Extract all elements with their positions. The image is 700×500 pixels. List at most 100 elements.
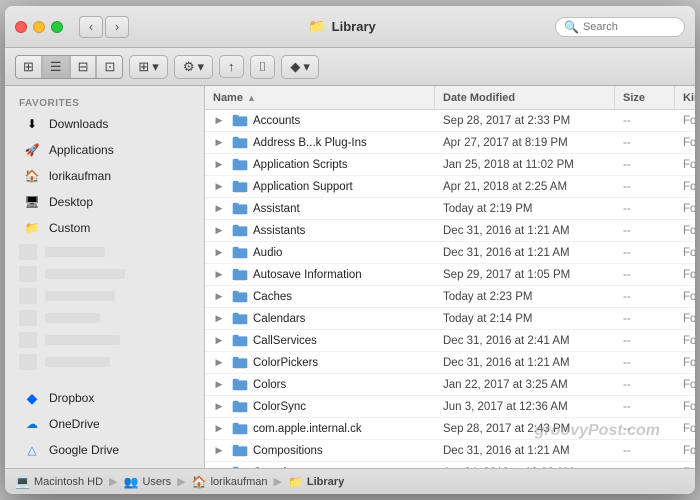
search-box[interactable]: 🔍	[555, 17, 685, 37]
table-row[interactable]: ▶ Address B...k Plug-Ins Apr 27, 2017 at…	[205, 132, 695, 154]
folder-icon	[232, 180, 248, 193]
table-row[interactable]: ▶ Assistant Today at 2:19 PM -- Folde	[205, 198, 695, 220]
row-expander[interactable]: ▶	[213, 137, 225, 149]
sidebar-item-onedrive[interactable]: ☁ OneDrive	[9, 411, 200, 437]
sidebar-item-custom[interactable]: 📁 Custom	[9, 215, 200, 241]
row-expander[interactable]: ▶	[213, 159, 225, 171]
back-button[interactable]: ‹	[79, 16, 103, 38]
breadcrumb-lorikaufman[interactable]: 🏠 lorikaufman	[192, 475, 268, 489]
table-row[interactable]: ▶ Colors Jan 22, 2017 at 3:25 AM -- Fold…	[205, 374, 695, 396]
finder-window: ‹ › 📁 Library 🔍 ⊞ ☰ ⊟ ⊡ ⊞ ▾ ⚙ ▾	[5, 6, 695, 494]
file-date-cell: Dec 31, 2016 at 1:21 AM	[435, 352, 615, 373]
date-column-header[interactable]: Date Modified	[435, 86, 615, 109]
action-button[interactable]: ⚙ ▾	[174, 55, 213, 79]
breadcrumb-label-lorikaufman: lorikaufman	[211, 476, 268, 488]
sidebar-item-lorikaufman[interactable]: 🏠 lorikaufman	[9, 163, 200, 189]
file-name-cell: ▶ Colors	[205, 374, 435, 395]
share-button[interactable]: ↑	[219, 55, 244, 78]
row-expander[interactable]: ▶	[213, 357, 225, 369]
breadcrumb-library[interactable]: 📁 Library	[288, 475, 344, 489]
table-row[interactable]: ▶ Application Support Apr 21, 2018 at 2:…	[205, 176, 695, 198]
file-list: ▶ Accounts Sep 28, 2017 at 2:33 PM -- Fo…	[205, 110, 695, 468]
size-column-header[interactable]: Size	[615, 86, 675, 109]
breadcrumb-macintoshhd[interactable]: 💻 Macintosh HD	[15, 475, 103, 489]
file-kind-cell: Folde	[675, 286, 695, 307]
minimize-button[interactable]	[33, 21, 45, 33]
table-row[interactable]: ▶ ColorSync Jun 3, 2017 at 12:36 AM -- F…	[205, 396, 695, 418]
row-expander[interactable]: ▶	[213, 291, 225, 303]
file-date-cell: Jan 25, 2018 at 11:02 PM	[435, 154, 615, 175]
file-size-cell: --	[615, 264, 675, 285]
name-column-header[interactable]: Name ▲	[205, 86, 435, 109]
row-expander[interactable]: ▶	[213, 445, 225, 457]
sidebar-item-applications[interactable]: 🚀 Applications	[9, 137, 200, 163]
table-row[interactable]: ▶ Caches Today at 2:23 PM -- Folde	[205, 286, 695, 308]
search-input[interactable]	[583, 21, 678, 33]
gear-icon: ⚙	[183, 59, 195, 75]
file-size-cell: --	[615, 176, 675, 197]
maximize-button[interactable]	[51, 21, 63, 33]
table-row[interactable]: ▶ ColorPickers Dec 31, 2016 at 1:21 AM -…	[205, 352, 695, 374]
cover-flow-button[interactable]: ⊡	[96, 56, 122, 78]
table-row[interactable]: ▶ Autosave Information Sep 29, 2017 at 1…	[205, 264, 695, 286]
list-view-button[interactable]: ☰	[42, 56, 69, 78]
table-row[interactable]: ▶ com.apple.internal.ck Sep 28, 2017 at …	[205, 418, 695, 440]
close-button[interactable]	[15, 21, 27, 33]
file-size-cell: --	[615, 286, 675, 307]
file-date-cell: Dec 31, 2016 at 1:21 AM	[435, 242, 615, 263]
file-date-cell: Jun 3, 2017 at 12:36 AM	[435, 396, 615, 417]
lorikaufman-bc-icon: 🏠	[192, 475, 207, 489]
kind-column-header[interactable]: Kind	[675, 86, 695, 109]
table-row[interactable]: ▶ Compositions Dec 31, 2016 at 1:21 AM -…	[205, 440, 695, 462]
sort-arrow: ▲	[247, 93, 256, 103]
file-kind-cell: Folde	[675, 198, 695, 219]
table-row[interactable]: ▶ Accounts Sep 28, 2017 at 2:33 PM -- Fo…	[205, 110, 695, 132]
file-size-cell: --	[615, 396, 675, 417]
row-expander[interactable]: ▶	[213, 313, 225, 325]
file-kind-cell: Folde	[675, 176, 695, 197]
desktop-icon: 🖥	[23, 193, 41, 211]
sidebar-item-dropbox[interactable]: ◆ Dropbox	[9, 385, 200, 411]
library-bc-icon: 📁	[288, 475, 303, 489]
file-size-cell: --	[615, 308, 675, 329]
row-expander[interactable]: ▶	[213, 247, 225, 259]
forward-button[interactable]: ›	[105, 16, 129, 38]
breadcrumb-sep-2: ▶	[177, 475, 185, 488]
row-expander[interactable]: ▶	[213, 379, 225, 391]
row-expander[interactable]: ▶	[213, 401, 225, 413]
file-kind-cell: Folde	[675, 242, 695, 263]
dropbox-button[interactable]: ◆ ▾	[281, 55, 319, 79]
file-name-cell: ▶ Assistants	[205, 220, 435, 241]
file-area: Name ▲ Date Modified Size Kind ▶	[205, 86, 695, 468]
tag-button[interactable]: ⌷	[250, 55, 276, 79]
row-expander[interactable]: ▶	[213, 225, 225, 237]
folder-icon	[232, 158, 248, 171]
row-expander[interactable]: ▶	[213, 181, 225, 193]
breadcrumb-users[interactable]: 👥 Users	[124, 475, 172, 489]
sidebar-label-googledrive: Google Drive	[49, 443, 119, 457]
sidebar-item-desktop[interactable]: 🖥 Desktop	[9, 189, 200, 215]
file-name-cell: ▶ com.apple.internal.ck	[205, 418, 435, 439]
row-expander[interactable]: ▶	[213, 203, 225, 215]
file-name-cell: ▶ ColorSync	[205, 396, 435, 417]
sidebar-label-custom: Custom	[49, 221, 90, 235]
table-row[interactable]: ▶ CallServices Dec 31, 2016 at 2:41 AM -…	[205, 330, 695, 352]
search-icon: 🔍	[564, 20, 579, 34]
sidebar-item-downloads[interactable]: ⬇ Downloads	[9, 111, 200, 137]
column-view-button[interactable]: ⊟	[70, 56, 96, 78]
row-expander[interactable]: ▶	[213, 269, 225, 281]
file-date-cell: Dec 31, 2016 at 1:21 AM	[435, 440, 615, 461]
arrange-button[interactable]: ⊞ ▾	[129, 55, 167, 79]
table-row[interactable]: ▶ Assistants Dec 31, 2016 at 1:21 AM -- …	[205, 220, 695, 242]
row-expander[interactable]: ▶	[213, 115, 225, 127]
arrange-arrow: ▾	[152, 59, 159, 75]
table-row[interactable]: ▶ Calendars Today at 2:14 PM -- Folde	[205, 308, 695, 330]
table-row[interactable]: ▶ Audio Dec 31, 2016 at 1:21 AM -- Folde	[205, 242, 695, 264]
table-row[interactable]: ▶ Application Scripts Jan 25, 2018 at 11…	[205, 154, 695, 176]
file-size-cell: --	[615, 352, 675, 373]
folder-icon	[232, 290, 248, 303]
row-expander[interactable]: ▶	[213, 335, 225, 347]
sidebar-item-googledrive[interactable]: △ Google Drive	[9, 437, 200, 463]
icon-view-button[interactable]: ⊞	[16, 56, 41, 78]
row-expander[interactable]: ▶	[213, 423, 225, 435]
